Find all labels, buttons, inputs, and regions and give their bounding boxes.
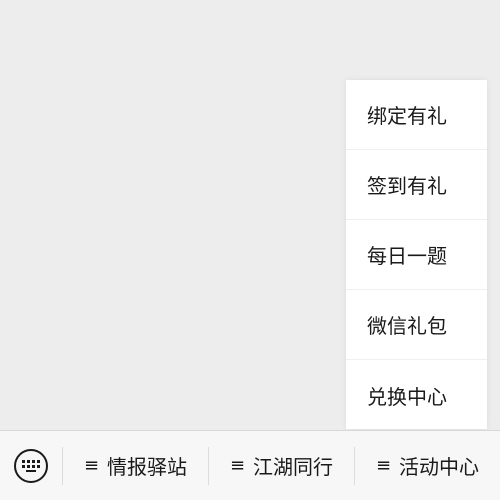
keyboard-toggle-cell — [0, 431, 62, 500]
menu-button-jianghu-together[interactable]: ≡ 江湖同行 — [209, 431, 354, 500]
menu-button-label: 活动中心 — [399, 455, 480, 479]
submenu-popup: 绑定有礼 签到有礼 每日一题 微信礼包 兑换中心 — [346, 80, 487, 429]
keyboard-toggle-button[interactable] — [14, 448, 48, 483]
menu-button-label: 江湖同行 — [253, 455, 334, 479]
submenu-item-checkin-gift[interactable]: 签到有礼 — [346, 150, 487, 220]
submenu-item-redeem-center[interactable]: 兑换中心 — [346, 360, 487, 430]
menu-lines-icon: ≡ — [83, 455, 100, 476]
submenu-item-wechat-gift[interactable]: 微信礼包 — [346, 290, 487, 360]
submenu-item-daily-question[interactable]: 每日一题 — [346, 220, 487, 290]
keyboard-icon — [22, 459, 40, 472]
chat-screen: 绑定有礼 签到有礼 每日一题 微信礼包 兑换中心 ≡ 情报驿站 ≡ 江湖同行 ≡… — [0, 0, 500, 500]
bottom-menu-bar: ≡ 情报驿站 ≡ 江湖同行 ≡ 活动中心 — [0, 430, 500, 500]
menu-lines-icon: ≡ — [229, 455, 246, 476]
menu-button-label: 情报驿站 — [107, 455, 188, 479]
menu-button-activity-center[interactable]: ≡ 活动中心 — [355, 431, 500, 500]
menu-button-intel-station[interactable]: ≡ 情报驿站 — [63, 431, 208, 500]
menu-lines-icon: ≡ — [375, 455, 392, 476]
submenu-item-bind-gift[interactable]: 绑定有礼 — [346, 80, 487, 150]
